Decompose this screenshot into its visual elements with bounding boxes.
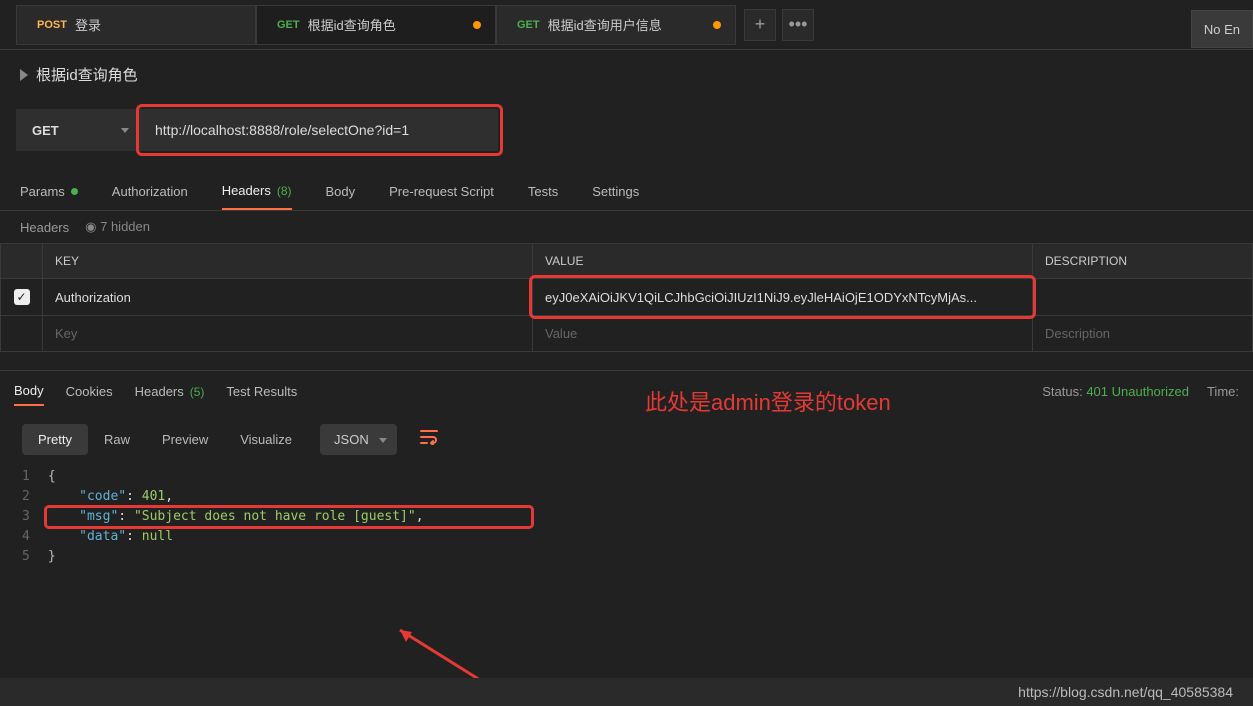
body-toolbar: Pretty Raw Preview Visualize JSON (0, 412, 1253, 467)
unsaved-dot-icon (713, 21, 721, 29)
tab-login[interactable]: POST 登录 (16, 5, 256, 45)
unsaved-dot-icon (473, 21, 481, 29)
line-numbers: 1 2 3 4 5 (22, 467, 48, 567)
tab-method: GET (517, 19, 540, 31)
time-label: Time: (1207, 384, 1239, 399)
wrap-button[interactable] (419, 429, 439, 450)
checkbox-cell[interactable]: ✓ (1, 279, 43, 316)
code-content[interactable]: { "code": 401, "msg": "Subject does not … (48, 467, 424, 567)
watermark: https://blog.csdn.net/qq_40585384 (0, 678, 1253, 706)
resp-tab-body[interactable]: Body (14, 377, 44, 406)
hidden-toggle[interactable]: ◉ 7 hidden (85, 219, 150, 235)
url-row: GET (0, 99, 1253, 173)
url-input-wrap (141, 109, 498, 151)
response-body: 1 2 3 4 5 { "code": 401, "msg": "Subject… (0, 467, 1253, 567)
header-value: eyJ0eXAiOiJKV1QiLCJhbGciOiJIUzI1NiJ9.eyJ… (545, 290, 977, 305)
header-value-cell[interactable]: eyJ0eXAiOiJKV1QiLCJhbGciOiJIUzI1NiJ9.eyJ… (533, 279, 1033, 316)
tab-body[interactable]: Body (326, 177, 356, 210)
header-key-cell[interactable]: Authorization (43, 279, 533, 316)
add-tab-button[interactable]: + (744, 9, 776, 41)
resp-tab-headers[interactable]: Headers (5) (135, 378, 205, 405)
checkbox-icon: ✓ (14, 289, 30, 305)
tabs-bar: POST 登录 GET 根据id查询角色 GET 根据id查询用户信息 + ••… (0, 0, 1253, 50)
method-select[interactable]: GET (16, 109, 141, 151)
tab-label: Params (20, 184, 65, 199)
tab-label: Headers (135, 384, 184, 399)
tab-label: Headers (222, 183, 271, 198)
th-value: VALUE (533, 244, 1033, 279)
table-row-placeholder: Key Value Description (1, 316, 1253, 352)
request-name: 根据id查询角色 (36, 64, 138, 85)
response-tabs: Body Cookies Headers (5) Test Results St… (0, 370, 1253, 412)
tab-authorization[interactable]: Authorization (112, 177, 188, 210)
response-status: Status: 401 Unauthorized Time: (1042, 384, 1239, 399)
view-pretty[interactable]: Pretty (22, 424, 88, 455)
request-name-row: 根据id查询角色 (0, 50, 1253, 99)
view-visualize[interactable]: Visualize (224, 424, 308, 455)
checkbox-cell[interactable] (1, 316, 43, 352)
headers-subbar: Headers ◉ 7 hidden (0, 211, 1253, 243)
th-checkbox (1, 244, 43, 279)
resp-tab-tests[interactable]: Test Results (226, 378, 297, 405)
format-select[interactable]: JSON (320, 424, 397, 455)
headers-table: KEY VALUE DESCRIPTION ✓ Authorization ey… (0, 243, 1253, 352)
tab-select-role[interactable]: GET 根据id查询角色 (256, 5, 496, 45)
method-label: GET (32, 123, 59, 138)
tab-tests[interactable]: Tests (528, 177, 558, 210)
header-desc-input[interactable]: Description (1033, 316, 1253, 352)
tab-label: 根据id查询用户信息 (548, 15, 662, 34)
tab-actions: + ••• (744, 9, 814, 41)
tab-select-user[interactable]: GET 根据id查询用户信息 (496, 5, 736, 45)
tab-prerequest[interactable]: Pre-request Script (389, 177, 494, 210)
view-preview[interactable]: Preview (146, 424, 224, 455)
table-row: ✓ Authorization eyJ0eXAiOiJKV1QiLCJhbGci… (1, 279, 1253, 316)
active-dot-icon (71, 188, 78, 195)
headers-count: (5) (190, 385, 205, 399)
hidden-count: 7 hidden (100, 219, 150, 234)
status-code: 401 Unauthorized (1086, 384, 1189, 399)
tab-menu-button[interactable]: ••• (782, 9, 814, 41)
view-raw[interactable]: Raw (88, 424, 146, 455)
th-desc: DESCRIPTION (1033, 244, 1253, 279)
header-key-input[interactable]: Key (43, 316, 533, 352)
request-tabs: Params Authorization Headers (8) Body Pr… (0, 173, 1253, 211)
tab-label: 登录 (75, 15, 101, 34)
header-value-input[interactable]: Value (533, 316, 1033, 352)
status-label: Status: 401 Unauthorized (1042, 384, 1189, 399)
headers-count: (8) (277, 184, 292, 198)
resp-tab-cookies[interactable]: Cookies (66, 378, 113, 405)
header-desc-cell[interactable] (1033, 279, 1253, 316)
tab-settings[interactable]: Settings (592, 177, 639, 210)
tab-params[interactable]: Params (20, 177, 78, 210)
tab-method: GET (277, 19, 300, 31)
headers-label: Headers (20, 220, 69, 235)
th-key: KEY (43, 244, 533, 279)
tab-headers[interactable]: Headers (8) (222, 177, 292, 210)
wrap-icon (419, 429, 439, 445)
tab-label: 根据id查询角色 (308, 15, 396, 34)
url-input[interactable] (141, 109, 498, 151)
expand-icon[interactable] (20, 69, 28, 81)
environment-button[interactable]: No En (1191, 10, 1253, 48)
eye-icon: ◉ (85, 219, 100, 234)
tab-method: POST (37, 19, 67, 31)
